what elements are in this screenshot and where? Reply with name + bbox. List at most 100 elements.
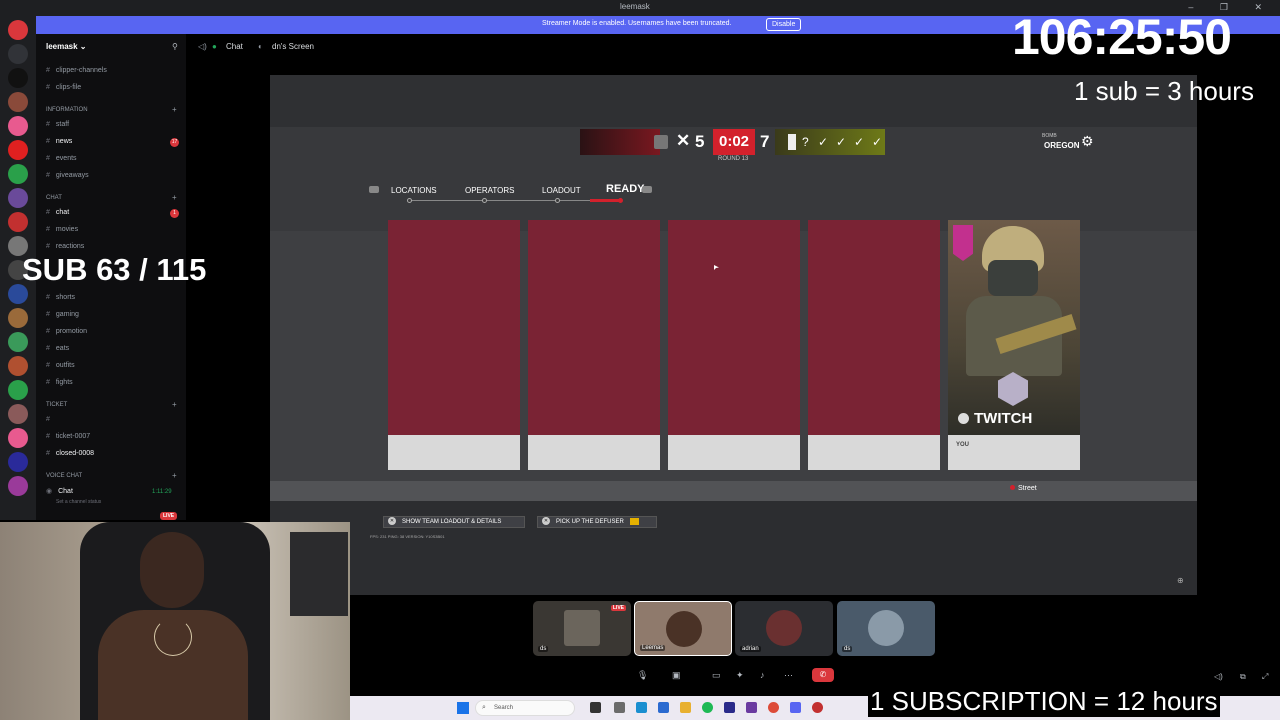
- channel-item[interactable]: # outfits: [46, 362, 75, 369]
- hash-icon: #: [46, 67, 50, 74]
- teammate-card[interactable]: [388, 220, 520, 470]
- server-icon[interactable]: [8, 188, 28, 208]
- volume-icon[interactable]: ◁): [1214, 672, 1223, 681]
- fullscreen-icon[interactable]: ⤢: [1262, 672, 1268, 682]
- channel-item[interactable]: # ticket-0007: [46, 433, 90, 440]
- server-icon[interactable]: [8, 140, 28, 160]
- disconnect-button[interactable]: ✆: [812, 668, 834, 682]
- channel-item[interactable]: # closed-0008: [46, 450, 94, 457]
- add-channel-icon[interactable]: +: [172, 193, 177, 202]
- server-icon[interactable]: [8, 164, 28, 184]
- participant-tile[interactable]: adrian: [735, 601, 833, 656]
- taskview-icon[interactable]: [590, 702, 601, 713]
- server-icon[interactable]: [8, 476, 28, 496]
- pick-up-defuser-button[interactable]: ✕ PICK UP THE DEFUSER: [537, 516, 657, 528]
- server-icon[interactable]: [8, 20, 28, 40]
- taskbar-search[interactable]: ⌕ Search: [475, 700, 575, 716]
- premiere-icon[interactable]: [724, 702, 735, 713]
- server-name[interactable]: leemask ⌄: [46, 42, 87, 51]
- server-icon[interactable]: [8, 452, 28, 472]
- player-operator-card[interactable]: TWITCH YOU: [948, 220, 1080, 470]
- participant-avatar: [666, 611, 702, 647]
- more-icon[interactable]: ⋯: [784, 670, 793, 681]
- tab-locations[interactable]: LOCATIONS: [391, 186, 437, 195]
- channel-item[interactable]: #: [46, 416, 56, 423]
- file-explorer-icon[interactable]: [680, 702, 691, 713]
- settings-icon[interactable]: [614, 702, 625, 713]
- channel-item[interactable]: # movies: [46, 226, 78, 233]
- channel-item[interactable]: # fights: [46, 379, 73, 386]
- participant-tile[interactable]: ds: [837, 601, 935, 656]
- channel-item[interactable]: # events: [46, 155, 77, 162]
- server-icon[interactable]: [8, 356, 28, 376]
- channel-item[interactable]: # eats: [46, 345, 69, 352]
- server-icon[interactable]: [8, 44, 28, 64]
- soundboard-icon[interactable]: ♪: [760, 670, 765, 680]
- teammate-card[interactable]: [528, 220, 660, 470]
- chrome-icon[interactable]: [768, 702, 779, 713]
- channel-item[interactable]: # chat: [46, 209, 69, 216]
- server-icon[interactable]: [8, 116, 28, 136]
- channel-item[interactable]: # clipper-channels: [46, 67, 107, 74]
- necklace: [154, 618, 192, 656]
- hash-icon: #: [46, 311, 50, 318]
- tab-ready[interactable]: READY: [606, 183, 645, 195]
- add-channel-icon[interactable]: +: [172, 105, 177, 114]
- channel-item[interactable]: # giveaways: [46, 172, 89, 179]
- game-stream[interactable]: ✕ 5 0:02 7 ? ✓ ✓ ✓ ✓ ROUND 13 BOMB OREGO…: [270, 75, 1197, 595]
- server-icon[interactable]: [8, 92, 28, 112]
- server-icon[interactable]: [8, 380, 28, 400]
- zoom-icon[interactable]: ⊕: [1177, 576, 1184, 585]
- server-icon[interactable]: [8, 212, 28, 232]
- spotify-icon[interactable]: [702, 702, 713, 713]
- check-icon: ✓: [836, 135, 847, 149]
- discord-icon[interactable]: [790, 702, 801, 713]
- edge-icon[interactable]: [636, 702, 647, 713]
- popout-icon[interactable]: ⧉: [1240, 672, 1246, 682]
- server-icon[interactable]: [8, 68, 28, 88]
- store-icon[interactable]: [658, 702, 669, 713]
- screen-share-title[interactable]: dn's Screen: [272, 42, 314, 51]
- windows-start-icon[interactable]: [457, 702, 469, 714]
- voice-channel-item[interactable]: ◉ Chat: [46, 487, 73, 495]
- participant-tile[interactable]: LIVE ds: [533, 601, 631, 656]
- camera-icon[interactable]: ▣: [672, 670, 681, 681]
- channel-item[interactable]: # promotion: [46, 328, 87, 335]
- voice-channel-title[interactable]: Chat: [226, 42, 243, 51]
- server-icon[interactable]: [8, 308, 28, 328]
- server-icon[interactable]: [8, 332, 28, 352]
- channel-item[interactable]: # reactions: [46, 243, 84, 250]
- server-icon[interactable]: [8, 428, 28, 448]
- voice-status-hint[interactable]: Set a channel status: [56, 499, 101, 505]
- participant-avatar: [868, 610, 904, 646]
- teammate-card[interactable]: [808, 220, 940, 470]
- server-icon[interactable]: [8, 404, 28, 424]
- category-information[interactable]: INFORMATION: [46, 107, 88, 113]
- channel-item[interactable]: # news: [46, 138, 72, 145]
- microphone-icon[interactable]: 🎙: [637, 670, 648, 681]
- sub-goal-counter: SUB 63 / 115: [22, 252, 207, 287]
- add-channel-icon[interactable]: +: [172, 400, 177, 409]
- teammate-card[interactable]: [668, 220, 800, 470]
- spawn-site[interactable]: Street: [1010, 485, 1037, 492]
- speaker-icon: ◉: [46, 488, 53, 495]
- participant-tile[interactable]: Leemas: [634, 601, 732, 656]
- channel-item[interactable]: # shorts: [46, 294, 75, 301]
- tab-operators[interactable]: OPERATORS: [465, 186, 515, 195]
- channel-item[interactable]: # gaming: [46, 311, 79, 318]
- disable-streamer-mode-button[interactable]: Disable: [766, 18, 802, 31]
- channel-item[interactable]: # staff: [46, 121, 69, 128]
- channel-item[interactable]: # clips-file: [46, 84, 81, 91]
- screen-share-icon[interactable]: ▭: [712, 670, 721, 681]
- category-chat[interactable]: Chat: [46, 195, 62, 201]
- show-team-loadout-button[interactable]: ✕ SHOW TEAM LOADOUT & DETAILS: [383, 516, 525, 528]
- category-ticket[interactable]: Ticket: [46, 402, 67, 408]
- gear-icon[interactable]: ⚙: [1081, 133, 1094, 150]
- obs-icon[interactable]: [812, 702, 823, 713]
- add-friend-icon[interactable]: ⚲: [172, 42, 178, 51]
- category-voice[interactable]: VOICE CHAT: [46, 473, 82, 479]
- app-icon[interactable]: [746, 702, 757, 713]
- add-channel-icon[interactable]: +: [172, 471, 177, 480]
- activities-icon[interactable]: ✦: [736, 670, 744, 681]
- tab-loadout[interactable]: LOADOUT: [542, 186, 581, 195]
